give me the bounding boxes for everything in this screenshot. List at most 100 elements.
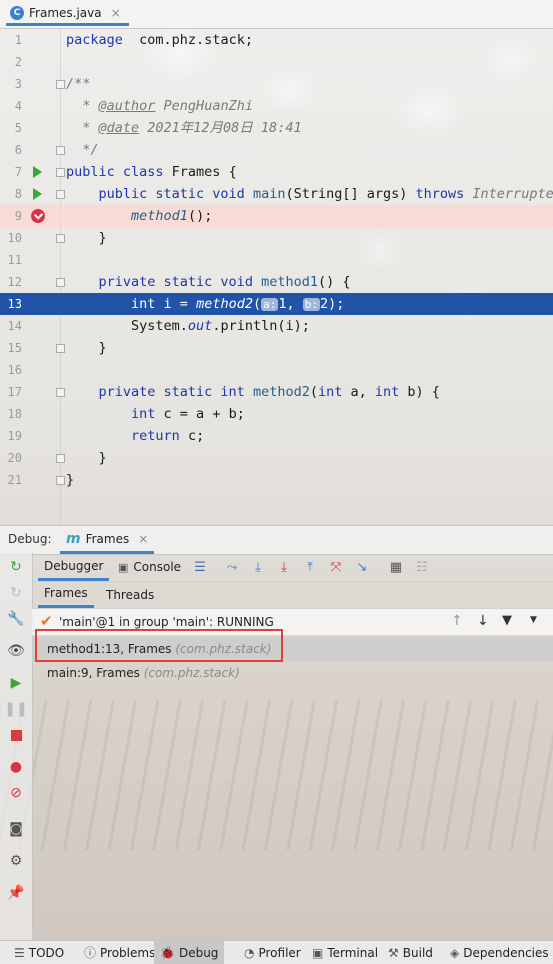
fold-icon[interactable]: [56, 168, 65, 177]
problems-icon: ⓘ: [84, 946, 97, 960]
status-item-debug[interactable]: 🐞 Debug: [154, 941, 225, 964]
stop-icon[interactable]: [5, 724, 27, 746]
status-item-todo[interactable]: ☰ TODO: [8, 941, 70, 964]
code-line[interactable]: 21}: [0, 469, 553, 491]
tab-console[interactable]: ▣ Console: [118, 553, 181, 581]
code-line[interactable]: 18 int c = a + b;: [0, 403, 553, 425]
next-frame-icon[interactable]: ↓: [477, 613, 489, 629]
filter-icon[interactable]: ▼: [502, 613, 512, 628]
force-step-into-icon[interactable]: ⤓: [276, 559, 292, 575]
line-number[interactable]: 18: [0, 403, 22, 425]
code-line[interactable]: 9 method1();: [0, 205, 553, 227]
code-line[interactable]: 3 /**: [0, 73, 553, 95]
fold-icon[interactable]: [56, 80, 65, 89]
code-line[interactable]: 10 }: [0, 227, 553, 249]
status-item-problems[interactable]: ⓘ Problems: [78, 941, 161, 964]
resume-icon[interactable]: ▶: [5, 672, 27, 694]
line-number[interactable]: 8: [0, 183, 22, 205]
code-line[interactable]: 2: [0, 51, 553, 73]
code-line[interactable]: 19 return c;: [0, 425, 553, 447]
line-number[interactable]: 7: [0, 161, 22, 183]
fold-icon[interactable]: [56, 454, 65, 463]
code-line[interactable]: 14 System.out.println(i);: [0, 315, 553, 337]
step-out-icon[interactable]: ⤒: [302, 559, 318, 575]
pin-icon[interactable]: 📌: [5, 882, 27, 904]
line-number[interactable]: 13: [0, 293, 22, 315]
line-number[interactable]: 5: [0, 117, 22, 139]
line-number[interactable]: 10: [0, 227, 22, 249]
fold-icon[interactable]: [56, 476, 65, 485]
status-item-build[interactable]: ⚒ Build: [382, 941, 439, 964]
fold-icon[interactable]: [56, 234, 65, 243]
run-to-cursor-icon[interactable]: ↘: [354, 559, 370, 575]
status-item-dependencies[interactable]: ◈ Dependencies: [444, 941, 553, 964]
code-line[interactable]: 6 */: [0, 139, 553, 161]
code-line[interactable]: 1 package com.phz.stack;: [0, 29, 553, 51]
previous-frame-icon[interactable]: ↑: [451, 613, 463, 629]
line-number[interactable]: 14: [0, 315, 22, 337]
code-line[interactable]: 8 public static void main(String[] args)…: [0, 183, 553, 205]
line-number[interactable]: 4: [0, 95, 22, 117]
tab-frames[interactable]: Frames: [38, 581, 94, 608]
line-number[interactable]: 16: [0, 359, 22, 381]
debug-config-tab[interactable]: m Frames ×: [60, 526, 155, 554]
view-breakpoints-icon[interactable]: ●: [5, 756, 27, 778]
line-number[interactable]: 2: [0, 51, 22, 73]
close-icon[interactable]: ×: [138, 532, 148, 546]
camera-icon[interactable]: ◙: [5, 818, 27, 840]
line-number[interactable]: 20: [0, 447, 22, 469]
code-line[interactable]: 5 * @date 2021年12月08日 18:41: [0, 117, 553, 139]
code-line[interactable]: 11: [0, 249, 553, 271]
status-item-terminal[interactable]: ▣ Terminal: [306, 941, 384, 964]
editor-tab-frames-java[interactable]: C Frames.java ×: [6, 2, 129, 26]
tab-debugger[interactable]: Debugger: [38, 553, 110, 581]
line-number[interactable]: 6: [0, 139, 22, 161]
line-number[interactable]: 21: [0, 469, 22, 491]
mute-breakpoints-icon[interactable]: ⊘: [5, 782, 27, 804]
breakpoint-icon[interactable]: [31, 209, 45, 223]
code-line[interactable]: 13 int i = method2(a: 1, b: 2);: [0, 293, 553, 315]
fold-icon[interactable]: [56, 146, 65, 155]
line-number[interactable]: 9: [0, 205, 22, 227]
view-eye-icon[interactable]: 👁: [5, 640, 27, 662]
line-number[interactable]: 3: [0, 73, 22, 95]
code-line[interactable]: 20 }: [0, 447, 553, 469]
settings-gear-icon[interactable]: ⚙: [5, 850, 27, 872]
evaluate-expression-icon[interactable]: ▦: [388, 559, 404, 575]
close-icon[interactable]: ×: [111, 6, 121, 20]
code-line[interactable]: 15 }: [0, 337, 553, 359]
pause-icon[interactable]: ❚❚: [4, 698, 27, 720]
line-number[interactable]: 17: [0, 381, 22, 403]
run-gutter-icon[interactable]: [33, 188, 42, 200]
line-number[interactable]: 15: [0, 337, 22, 359]
modify-config-icon[interactable]: 🔧: [5, 608, 27, 630]
drop-frame-icon[interactable]: ⤧: [328, 559, 344, 575]
code-line[interactable]: 17 private static int method2(int a, int…: [0, 381, 553, 403]
run-gutter-icon[interactable]: [33, 166, 42, 178]
tab-threads[interactable]: Threads: [106, 581, 154, 608]
fold-icon[interactable]: [56, 388, 65, 397]
rerun-icon[interactable]: ↻: [5, 556, 27, 578]
line-number[interactable]: 12: [0, 271, 22, 293]
step-over-icon[interactable]: ⤓: [250, 559, 266, 575]
menu-lines-icon[interactable]: ☰: [192, 559, 208, 575]
highlight-box: [35, 629, 283, 662]
code-line[interactable]: 12 private static void method1() {: [0, 271, 553, 293]
line-number[interactable]: 1: [0, 29, 22, 51]
code-line[interactable]: 16: [0, 359, 553, 381]
line-number[interactable]: 19: [0, 425, 22, 447]
code-editor[interactable]: 1 package com.phz.stack; 2 3 /** 4 * @author …: [0, 28, 553, 525]
line-number[interactable]: 11: [0, 249, 22, 271]
rerun-failed-icon[interactable]: ↻: [5, 582, 27, 604]
fold-icon[interactable]: [56, 278, 65, 287]
stack-frame-row[interactable]: main:9, Frames (com.phz.stack): [32, 661, 553, 685]
layout-icon[interactable]: ☷: [414, 559, 430, 575]
fold-icon[interactable]: [56, 190, 65, 199]
status-item-profiler[interactable]: ◔ Profiler: [238, 941, 307, 964]
code-line[interactable]: 7 public class Frames {: [0, 161, 553, 183]
code-line[interactable]: 4 * @author PengHuanZhi: [0, 95, 553, 117]
chevron-down-icon[interactable]: ▼: [530, 615, 537, 625]
fold-icon[interactable]: [56, 344, 65, 353]
show-execution-point-icon[interactable]: ⤳: [224, 559, 240, 575]
